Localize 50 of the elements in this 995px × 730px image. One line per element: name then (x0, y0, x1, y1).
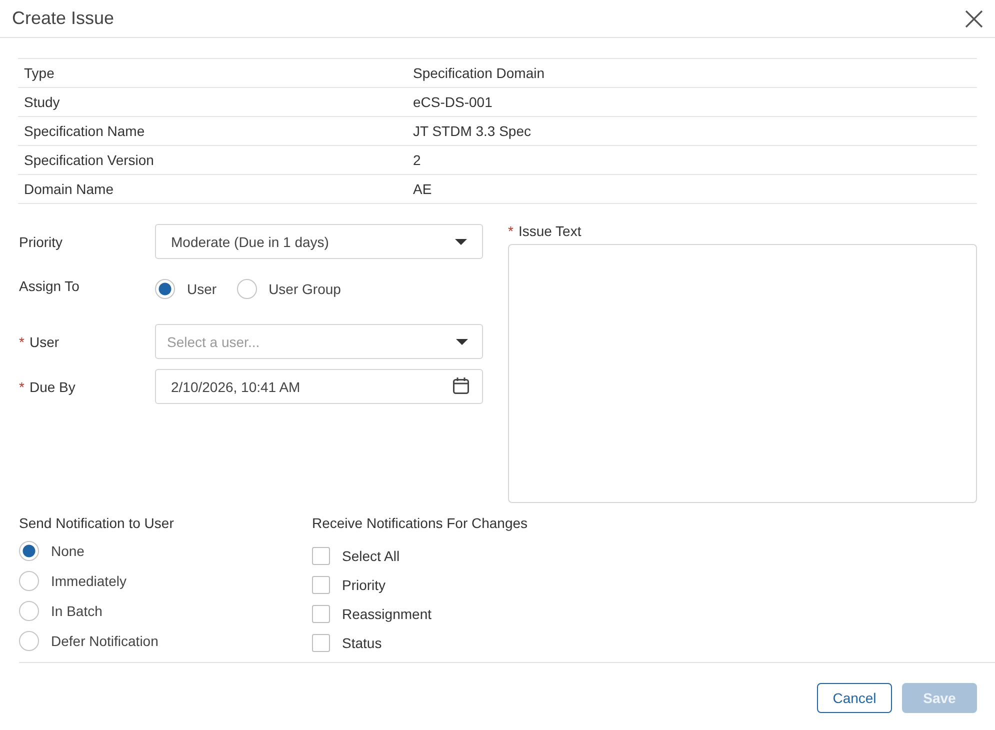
option-label[interactable]: Status (342, 634, 382, 650)
option-label[interactable]: Select All (342, 548, 400, 564)
detail-value: AE (413, 181, 432, 197)
option-label[interactable]: In Batch (51, 603, 102, 619)
cancel-button[interactable]: Cancel (817, 683, 892, 713)
required-mark: * (508, 223, 514, 239)
close-icon[interactable] (965, 10, 983, 28)
field-label: Priority (19, 234, 63, 250)
section-label: Receive Notifications For Changes (312, 515, 528, 531)
checkbox[interactable] (312, 576, 330, 594)
radio-button[interactable] (19, 601, 39, 621)
option-label[interactable]: Priority (342, 576, 386, 592)
detail-label: Type (24, 65, 56, 81)
detail-label: Specification Version (24, 152, 155, 168)
option-label[interactable]: Defer Notification (51, 633, 158, 649)
detail-value: eCS-DS-001 (413, 94, 492, 110)
issue-text-field[interactable] (508, 244, 977, 503)
checkbox[interactable] (312, 546, 330, 564)
detail-value: Specification Domain (413, 65, 545, 81)
option-label[interactable]: User Group (268, 281, 341, 297)
calendar-icon[interactable] (453, 377, 469, 394)
detail-label: Domain Name (24, 181, 114, 197)
radio-button[interactable] (236, 279, 257, 299)
checkbox[interactable] (312, 634, 330, 652)
required-mark: * (19, 378, 24, 394)
option-label[interactable]: Immediately (51, 573, 126, 589)
radio-button[interactable] (155, 279, 175, 299)
field-label: Assign To (19, 278, 80, 294)
priority-select[interactable]: Moderate (Due in 1 days) (155, 224, 483, 259)
section-label: Send Notification to User (19, 515, 175, 531)
field-label: User (29, 334, 60, 350)
radio-button[interactable] (19, 571, 39, 591)
caret-icon (456, 339, 468, 345)
detail-value: 2 (413, 152, 421, 168)
option-label[interactable]: Reassignment (342, 606, 432, 622)
field-label: Due By (29, 378, 76, 394)
detail-label: Study (24, 94, 61, 110)
detail-value: JT STDM 3.3 Spec (413, 123, 532, 139)
detail-label: Specification Name (24, 123, 146, 139)
field-label: Issue Text (518, 223, 582, 239)
radio-button[interactable] (19, 631, 39, 651)
dialog-title: Create Issue (12, 8, 114, 29)
option-label[interactable]: None (51, 543, 84, 559)
caret-icon (455, 238, 467, 244)
due-date-field[interactable]: 2/10/2026, 10:41 AM (155, 369, 483, 404)
required-mark: * (19, 334, 24, 350)
radio-button[interactable] (19, 541, 39, 561)
user-select[interactable]: Select a user... (155, 324, 483, 359)
option-label[interactable]: User (187, 281, 217, 297)
checkbox[interactable] (312, 604, 330, 622)
